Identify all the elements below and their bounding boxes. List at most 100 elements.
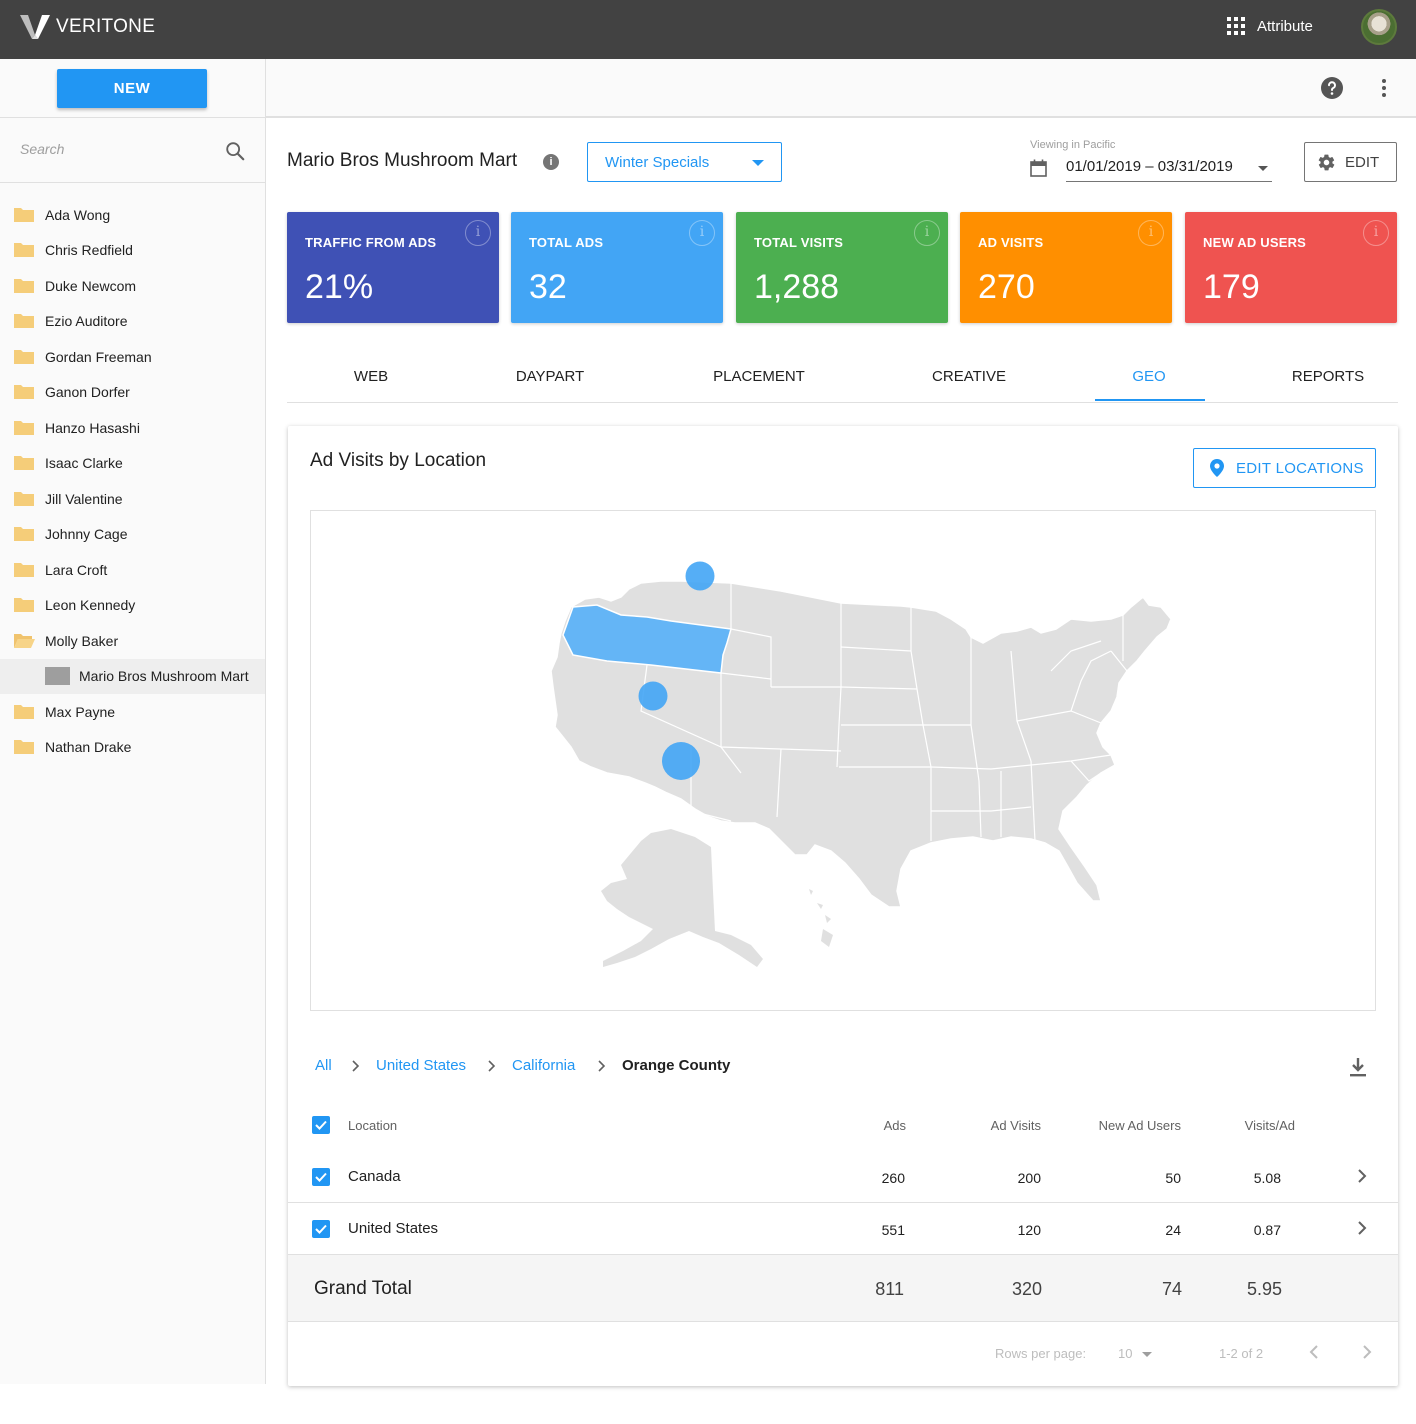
sidebar-folder-item[interactable]: Chris Redfield bbox=[0, 233, 265, 269]
chevron-down-icon bbox=[752, 160, 764, 166]
row-ads: 551 bbox=[881, 1222, 905, 1238]
table-row[interactable]: United States 551 120 24 0.87 bbox=[288, 1203, 1398, 1255]
info-icon[interactable]: i bbox=[1138, 220, 1164, 246]
stat-card[interactable]: NEW AD USERS 179 i bbox=[1185, 212, 1397, 323]
grand-total-visits-per-ad: 5.95 bbox=[1246, 1279, 1282, 1299]
stat-card-label: TRAFFIC FROM ADS bbox=[305, 235, 437, 250]
visits-bubble-seattle[interactable] bbox=[685, 561, 715, 591]
sidebar-folder-item[interactable]: Molly Baker bbox=[0, 623, 265, 659]
folder-icon bbox=[14, 207, 34, 222]
us-map[interactable] bbox=[310, 510, 1376, 1011]
campaign-select[interactable]: Winter Specials bbox=[587, 142, 782, 182]
sidebar-item-label: Johnny Cage bbox=[45, 526, 128, 543]
folder-open-icon bbox=[14, 633, 35, 648]
stat-card-value: 21% bbox=[305, 268, 374, 306]
stat-card-value: 1,288 bbox=[754, 268, 840, 306]
edit-locations-button[interactable]: EDIT LOCATIONS bbox=[1193, 448, 1376, 488]
sidebar-folder-item[interactable]: Lara Croft bbox=[0, 552, 265, 588]
sidebar-folder-item[interactable]: Isaac Clarke bbox=[0, 446, 265, 482]
chevron-right-icon[interactable] bbox=[1354, 1219, 1370, 1237]
rows-per-page-select[interactable]: 10 bbox=[1118, 1346, 1153, 1361]
stat-card[interactable]: AD VISITS 270 i bbox=[960, 212, 1172, 323]
new-button[interactable]: NEW bbox=[57, 69, 207, 108]
chevron-down-icon bbox=[1142, 1352, 1153, 1358]
info-icon[interactable]: i bbox=[465, 220, 491, 246]
user-avatar[interactable] bbox=[1361, 9, 1397, 45]
veritone-logo-icon bbox=[20, 15, 50, 39]
download-icon[interactable] bbox=[1348, 1056, 1368, 1078]
chevron-right-icon[interactable] bbox=[1354, 1167, 1370, 1185]
tab-creative[interactable]: CREATIVE bbox=[932, 368, 1006, 385]
row-ad-visits: 200 bbox=[1017, 1170, 1041, 1186]
sidebar-item-selected-advertiser[interactable]: Mario Bros Mushroom Mart bbox=[0, 658, 265, 694]
sidebar-folder-item[interactable]: Ada Wong bbox=[0, 197, 265, 233]
sidebar-folder-item[interactable]: Ganon Dorfer bbox=[0, 375, 265, 411]
edit-button[interactable]: EDIT bbox=[1304, 142, 1397, 182]
sidebar-folder-item[interactable]: Max Payne bbox=[0, 694, 265, 730]
stat-card-label: AD VISITS bbox=[978, 235, 1044, 250]
tab-web[interactable]: WEB bbox=[354, 368, 388, 385]
sidebar-item-label: Lara Croft bbox=[45, 561, 108, 578]
stat-card[interactable]: TOTAL ADS 32 i bbox=[511, 212, 723, 323]
row-checkbox[interactable] bbox=[312, 1220, 330, 1238]
help-icon[interactable] bbox=[1320, 76, 1344, 100]
grand-total-row: Grand Total 811 320 74 5.95 bbox=[288, 1255, 1398, 1322]
info-icon[interactable]: i bbox=[1363, 220, 1389, 246]
sidebar-folder-item[interactable]: Ezio Auditore bbox=[0, 304, 265, 340]
column-header-ads[interactable]: Ads bbox=[884, 1118, 906, 1133]
select-all-checkbox[interactable] bbox=[312, 1116, 330, 1134]
column-header-visits-per-ad[interactable]: Visits/Ad bbox=[1245, 1118, 1295, 1133]
panel-title: Ad Visits by Location bbox=[310, 450, 487, 471]
info-icon[interactable]: i bbox=[689, 220, 715, 246]
tab-placement[interactable]: PLACEMENT bbox=[713, 368, 805, 385]
visits-bubble-san-francisco[interactable] bbox=[638, 681, 668, 711]
sidebar-folder-item[interactable]: Leon Kennedy bbox=[0, 588, 265, 624]
sidebar-folder-item[interactable]: Johnny Cage bbox=[0, 517, 265, 553]
table-row[interactable]: Canada 260 200 50 5.08 bbox=[288, 1151, 1398, 1203]
search-icon[interactable] bbox=[224, 140, 246, 162]
brand-name: VERITONE bbox=[56, 16, 156, 37]
chevron-right-icon bbox=[488, 1060, 496, 1072]
sidebar-folder-item[interactable]: Jill Valentine bbox=[0, 481, 265, 517]
stat-card[interactable]: TRAFFIC FROM ADS 21% i bbox=[287, 212, 499, 323]
sidebar-folder-item[interactable]: Gordan Freeman bbox=[0, 339, 265, 375]
column-header-new-ad-users[interactable]: New Ad Users bbox=[1099, 1118, 1181, 1133]
app-top-bar: VERITONE Attribute bbox=[0, 0, 1416, 59]
folder-icon bbox=[14, 349, 34, 364]
column-header-ad-visits[interactable]: Ad Visits bbox=[991, 1118, 1041, 1133]
row-visits-per-ad: 5.08 bbox=[1253, 1170, 1281, 1186]
geo-panel: Ad Visits by Location EDIT LOCATIONS All… bbox=[288, 426, 1398, 1386]
sidebar-folder-item[interactable]: Nathan Drake bbox=[0, 730, 265, 766]
sidebar-item-label: Nathan Drake bbox=[45, 739, 132, 756]
row-ad-visits: 120 bbox=[1017, 1222, 1041, 1238]
row-new-ad-users: 24 bbox=[1165, 1222, 1181, 1238]
breadcrumb-california[interactable]: California bbox=[512, 1057, 575, 1074]
breadcrumb-united-states[interactable]: United States bbox=[376, 1057, 466, 1074]
veritone-logo[interactable]: VERITONE bbox=[20, 13, 155, 41]
stat-card-value: 32 bbox=[529, 268, 567, 306]
search-input[interactable] bbox=[20, 141, 200, 157]
app-switcher-label[interactable]: Attribute bbox=[1257, 18, 1313, 35]
hawaii-land bbox=[809, 889, 833, 947]
stat-card-label: TOTAL VISITS bbox=[754, 235, 844, 250]
stat-card[interactable]: TOTAL VISITS 1,288 i bbox=[736, 212, 948, 323]
more-vert-icon[interactable] bbox=[1374, 77, 1394, 99]
info-icon[interactable]: i bbox=[914, 220, 940, 246]
app-grid-icon[interactable] bbox=[1227, 17, 1245, 35]
tab-daypart[interactable]: DAYPART bbox=[516, 368, 584, 385]
tab-geo[interactable]: GEO bbox=[1132, 368, 1165, 385]
sidebar-folder-item[interactable]: Duke Newcom bbox=[0, 268, 265, 304]
calendar-icon[interactable] bbox=[1030, 159, 1047, 177]
next-page-icon[interactable] bbox=[1359, 1343, 1375, 1361]
visits-bubble-los-angeles[interactable] bbox=[662, 742, 700, 780]
sidebar-item-label: Jill Valentine bbox=[45, 490, 123, 507]
previous-page-icon[interactable] bbox=[1306, 1343, 1322, 1361]
info-icon[interactable]: i bbox=[543, 154, 559, 170]
sidebar-folder-item[interactable]: Hanzo Hasashi bbox=[0, 410, 265, 446]
row-checkbox[interactable] bbox=[312, 1168, 330, 1186]
folder-icon bbox=[14, 314, 34, 329]
column-header-location[interactable]: Location bbox=[348, 1118, 397, 1133]
tab-reports[interactable]: REPORTS bbox=[1292, 368, 1364, 385]
date-range-picker[interactable]: 01/01/2019 – 03/31/2019 bbox=[1066, 158, 1272, 182]
breadcrumb-all[interactable]: All bbox=[315, 1057, 332, 1074]
